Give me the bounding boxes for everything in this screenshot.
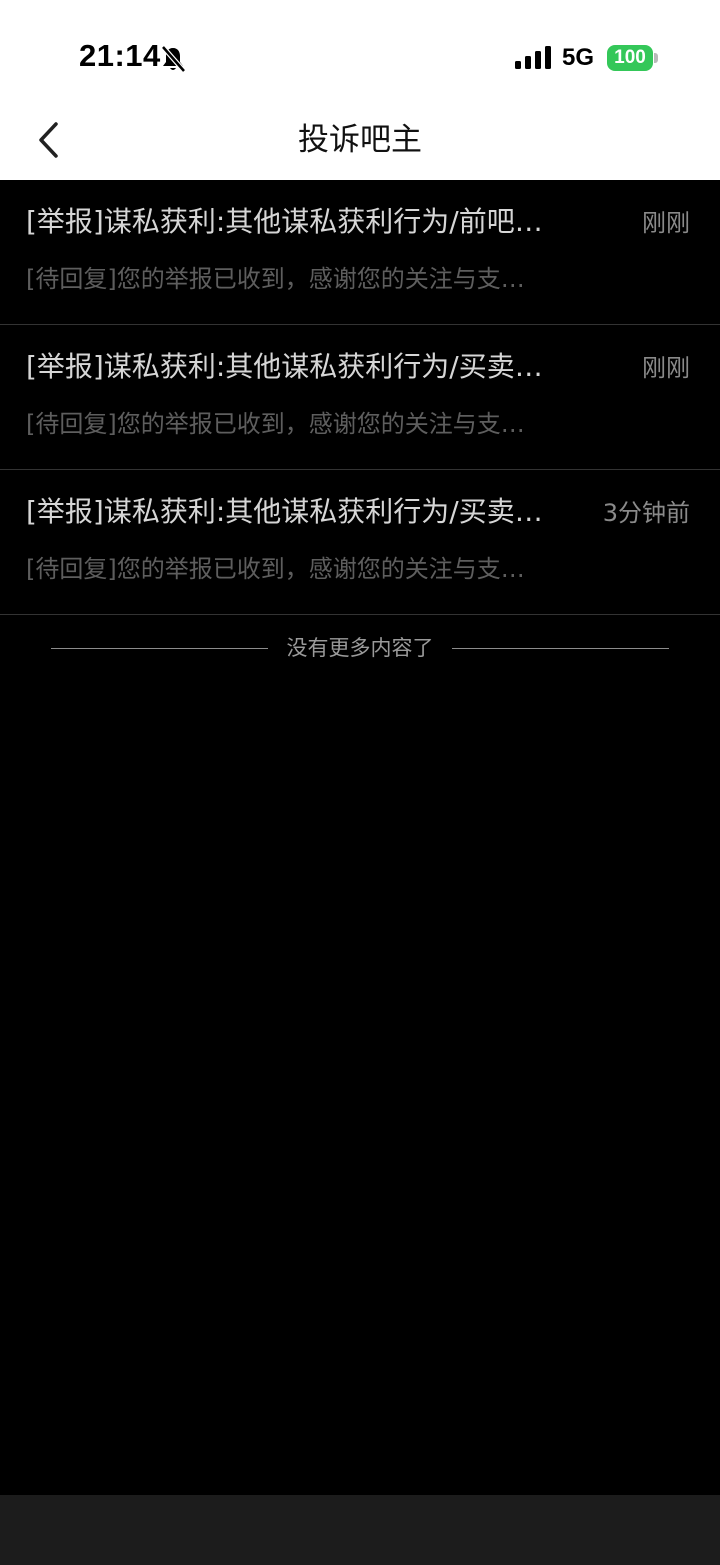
divider-right — [452, 648, 669, 649]
end-of-list-marker: 没有更多内容了 — [0, 630, 720, 666]
battery-indicator: 100 — [607, 45, 653, 71]
network-label: 5G — [562, 44, 595, 71]
item-title: [举报]谋私获利:其他谋私获利行为/买卖… — [26, 350, 543, 383]
list-item[interactable]: [举报]谋私获利:其他谋私获利行为/前吧… 刚刚 [待回复]您的举报已收到，感谢… — [0, 180, 720, 325]
item-time: 刚刚 — [642, 209, 690, 237]
chevron-left-icon — [39, 122, 58, 158]
item-time: 刚刚 — [642, 354, 690, 382]
list-item[interactable]: [举报]谋私获利:其他谋私获利行为/买卖… 刚刚 [待回复]您的举报已收到，感谢… — [0, 325, 720, 470]
item-subtitle: [待回复]您的举报已收到，感谢您的关注与支… — [26, 555, 525, 583]
bottom-bar — [0, 1495, 720, 1565]
status-bar: 21:14 5G 100 — [0, 0, 720, 100]
complaint-list: [举报]谋私获利:其他谋私获利行为/前吧… 刚刚 [待回复]您的举报已收到，感谢… — [0, 180, 720, 615]
item-subtitle: [待回复]您的举报已收到，感谢您的关注与支… — [26, 410, 525, 438]
signal-icon — [515, 46, 551, 69]
end-of-list-text: 没有更多内容了 — [286, 636, 434, 660]
nav-bar: 投诉吧主 — [0, 100, 720, 180]
item-title: [举报]谋私获利:其他谋私获利行为/前吧… — [26, 205, 543, 238]
item-title: [举报]谋私获利:其他谋私获利行为/买卖… — [26, 495, 543, 528]
list-item[interactable]: [举报]谋私获利:其他谋私获利行为/买卖… 3分钟前 [待回复]您的举报已收到，… — [0, 470, 720, 615]
status-time: 21:14 — [79, 38, 161, 73]
page-title: 投诉吧主 — [298, 122, 422, 158]
item-time: 3分钟前 — [602, 499, 690, 527]
item-subtitle: [待回复]您的举报已收到，感谢您的关注与支… — [26, 265, 525, 293]
divider-left — [51, 648, 268, 649]
battery-tip — [654, 53, 658, 63]
bell-slash-icon — [161, 45, 186, 73]
back-button[interactable] — [28, 114, 72, 166]
